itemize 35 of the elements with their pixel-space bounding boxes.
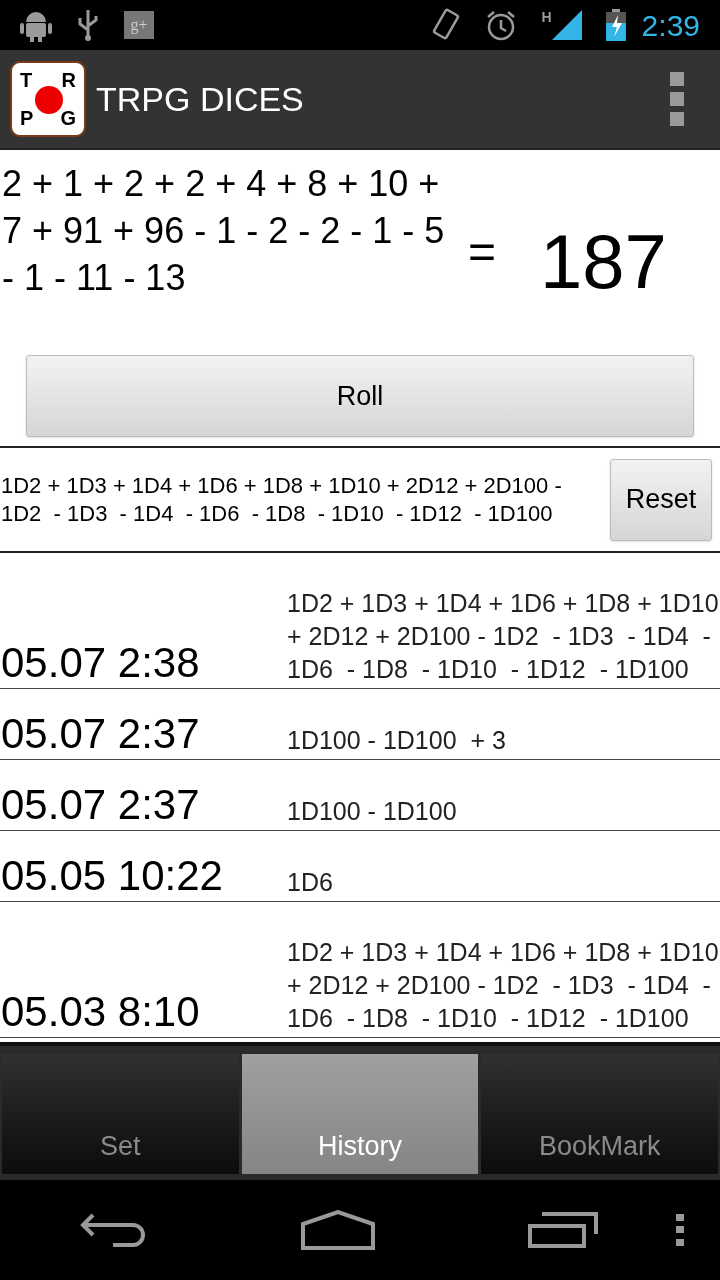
logo-letter: P bbox=[20, 108, 34, 128]
usb-icon bbox=[76, 8, 100, 42]
history-formula: 1D6 bbox=[287, 867, 334, 898]
signal-icon bbox=[551, 10, 582, 40]
history-formula: 1D2 + 1D3 + 1D4 + 1D6 + 1D8 + 1D10 + 2D12 + 2D100 - 1D2 - 1D3 - 1D4 - 1D6 - 1D8 - 1D10 - 1D12 - 1D100 bbox=[287, 588, 720, 685]
dice-formula: 1D2 + 1D3 + 1D4 + 1D6 + 1D8 + 1D10 + 2D12 + 2D100 - 1D2 - 1D3 - 1D4 - 1D6 - 1D8 - 1D10 - 1D12 - 1D100 bbox=[0, 471, 563, 528]
home-icon[interactable] bbox=[301, 1210, 375, 1250]
recent-apps-icon[interactable] bbox=[528, 1212, 599, 1248]
app-title: TRPG DICES bbox=[96, 78, 305, 120]
history-time: 05.05 10:22 bbox=[0, 855, 224, 901]
overflow-menu-icon[interactable] bbox=[670, 72, 684, 126]
battery-icon bbox=[605, 9, 626, 41]
google-plus-icon: g+ bbox=[124, 11, 154, 39]
tab[interactable]: Set bbox=[2, 1054, 239, 1174]
tab[interactable]: History bbox=[241, 1054, 479, 1174]
history-formula: 1D2 + 1D3 + 1D4 + 1D6 + 1D8 + 1D10 + 2D12 + 2D100 - 1D2 - 1D3 - 1D4 - 1D6 - 1D8 - 1D10 - 1D12 - 1D100 bbox=[287, 937, 720, 1034]
roll-button[interactable]: Roll bbox=[26, 355, 694, 437]
tab[interactable]: BookMark bbox=[481, 1054, 718, 1174]
roll-expression: 2 + 1 + 2 + 2 + 4 + 8 + 10 + 7 + 91 + 96 - 1 - 2 - 2 - 1 - 5 - 1 - 11 - 13 bbox=[1, 162, 446, 300]
back-icon[interactable] bbox=[78, 1211, 147, 1249]
logo-letter: G bbox=[60, 108, 76, 128]
history-time: 05.07 2:37 bbox=[0, 713, 201, 759]
network-type: H bbox=[541, 10, 552, 24]
history-time: 05.07 2:38 bbox=[0, 642, 201, 688]
history-formula: 1D100 - 1D100 bbox=[287, 796, 458, 827]
logo-letter: T bbox=[20, 70, 33, 90]
logo-letter: R bbox=[61, 70, 76, 90]
overflow-menu-icon[interactable] bbox=[676, 1214, 684, 1246]
clock: 2:39 bbox=[641, 7, 700, 44]
equals-sign: = bbox=[468, 224, 497, 280]
history-formula: 1D100 - 1D100 + 3 bbox=[287, 725, 507, 756]
roll-total: 187 bbox=[540, 218, 667, 306]
reset-button[interactable]: Reset bbox=[610, 458, 712, 541]
history-time: 05.07 2:37 bbox=[0, 784, 201, 830]
history-time: 05.03 8:10 bbox=[0, 991, 201, 1037]
